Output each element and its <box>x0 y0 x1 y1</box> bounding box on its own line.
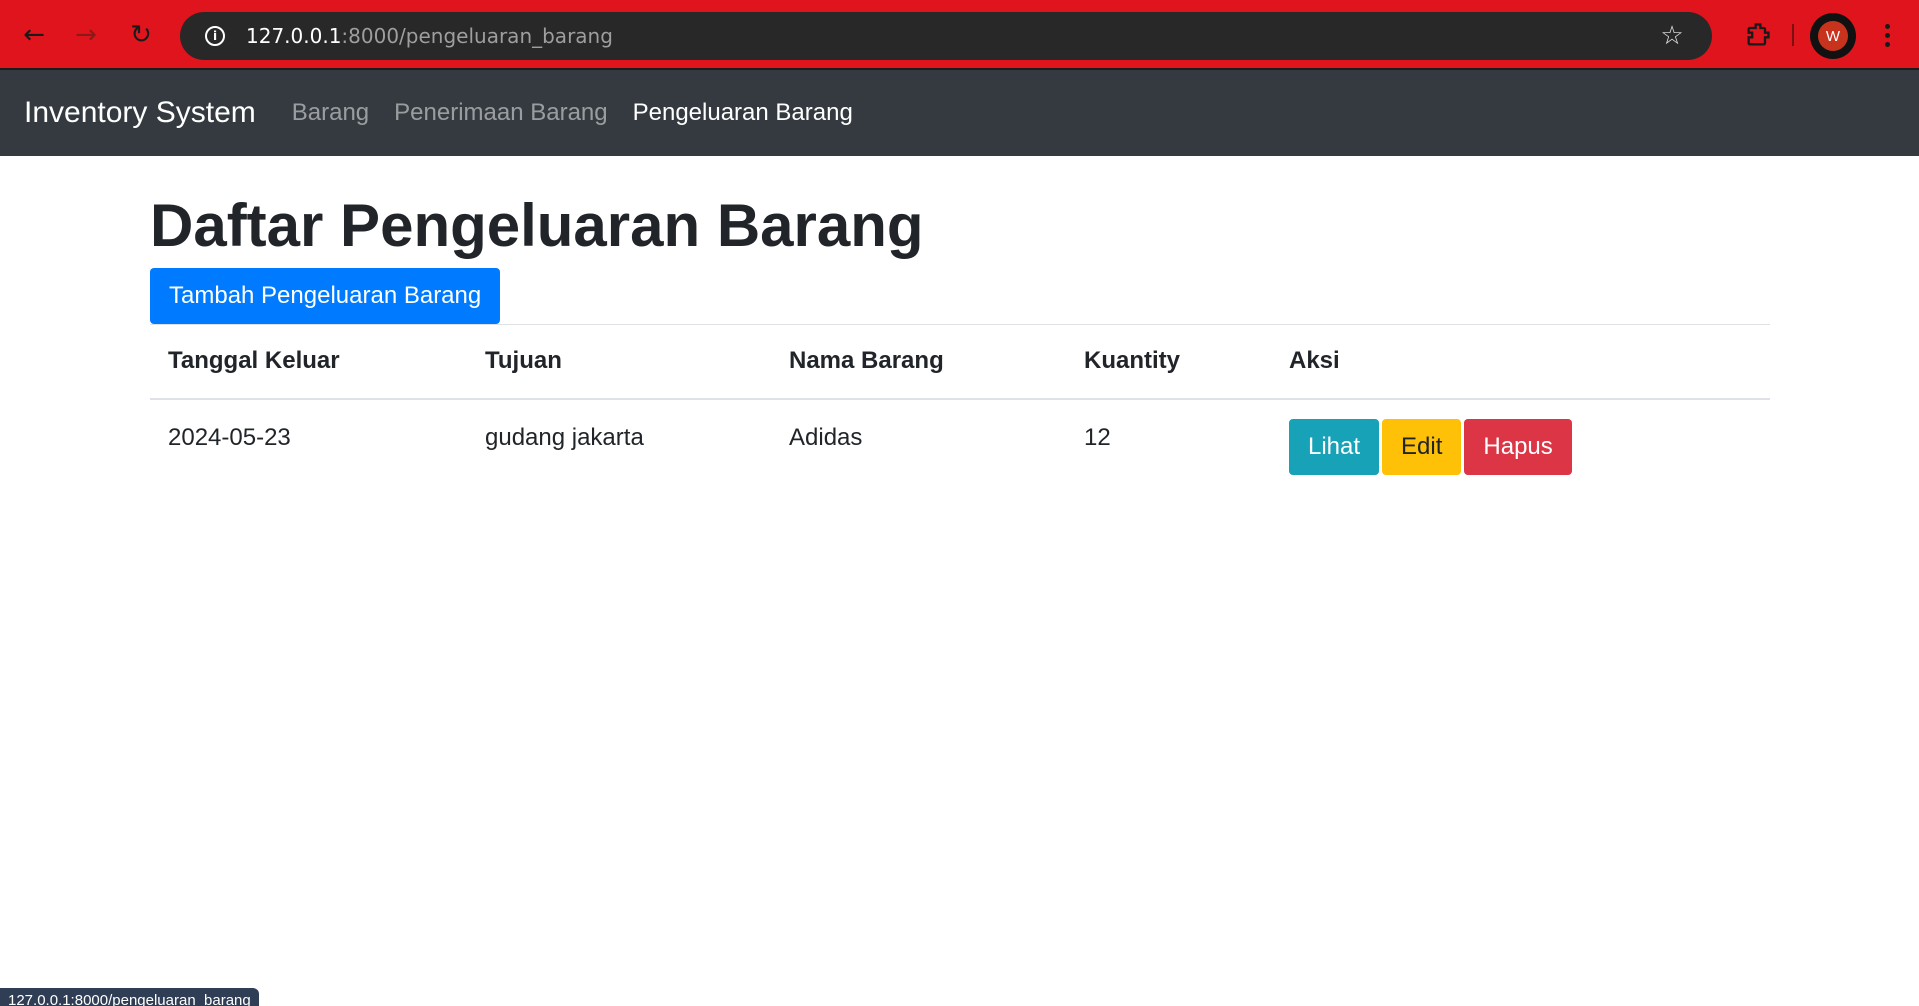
profile-initial: W <box>1818 21 1848 51</box>
cell-kuantity: 12 <box>1084 423 1111 451</box>
nav-link-penerimaan-barang[interactable]: Penerimaan Barang <box>394 99 607 127</box>
url-text[interactable]: 127.0.0.1:8000/pengeluaran_barang <box>246 24 613 48</box>
profile-avatar[interactable]: W <box>1810 13 1856 59</box>
edit-button[interactable]: Edit <box>1382 418 1462 475</box>
view-button[interactable]: Lihat <box>1289 418 1380 475</box>
cell-actions: Lihat Edit Hapus <box>1271 399 1770 479</box>
column-header-nama-barang: Nama Barang <box>771 324 1066 400</box>
site-info-icon[interactable]: i <box>194 15 236 57</box>
url-path: :8000/pengeluaran_barang <box>341 24 613 48</box>
column-header-tanggal-keluar: Tanggal Keluar <box>150 324 467 400</box>
cell-tujuan: gudang jakarta <box>485 423 644 451</box>
column-header-aksi: Aksi <box>1271 324 1770 400</box>
url-host: 127.0.0.1 <box>246 24 342 48</box>
link-status-bubble: 127.0.0.1:8000/pengeluaran_barang <box>0 988 259 1006</box>
table-row: 2024-05-23 gudang jakarta Adidas 12 Liha… <box>150 399 1770 479</box>
extensions-puzzle-icon[interactable] <box>1740 17 1776 53</box>
toolbar-divider <box>1792 24 1794 46</box>
table-header-row: Tanggal Keluar Tujuan Nama Barang Kuanti… <box>150 324 1770 400</box>
nav-link-barang[interactable]: Barang <box>292 99 369 127</box>
page-title: Daftar Pengeluaran Barang <box>150 192 924 259</box>
bookmark-star-icon[interactable]: ☆ <box>1656 20 1688 52</box>
forward-arrow-icon[interactable]: → <box>66 15 106 55</box>
add-pengeluaran-button[interactable]: Tambah Pengeluaran Barang <box>150 268 501 324</box>
cell-nama-barang: Adidas <box>789 423 863 451</box>
delete-button[interactable]: Hapus <box>1464 418 1572 475</box>
column-header-tujuan: Tujuan <box>467 324 771 400</box>
app-navbar: Inventory System Barang Penerimaan Baran… <box>0 70 1919 156</box>
browser-menu-icon[interactable] <box>1872 18 1902 52</box>
cell-tanggal-keluar: 2024-05-23 <box>168 423 291 451</box>
main-container: Daftar Pengeluaran Barang Tambah Pengelu… <box>150 156 1770 479</box>
reload-icon[interactable]: ↻ <box>121 15 161 55</box>
nav-link-pengeluaran-barang[interactable]: Pengeluaran Barang <box>633 99 853 127</box>
back-arrow-icon[interactable]: ← <box>14 15 54 55</box>
column-header-kuantity: Kuantity <box>1066 324 1271 400</box>
address-bar[interactable]: i 127.0.0.1:8000/pengeluaran_barang ☆ <box>180 12 1712 60</box>
pengeluaran-table: Tanggal Keluar Tujuan Nama Barang Kuanti… <box>150 324 1770 479</box>
navbar-brand[interactable]: Inventory System <box>24 96 256 130</box>
browser-toolbar: ← → ↻ i 127.0.0.1:8000/pengeluaran_baran… <box>0 0 1919 70</box>
